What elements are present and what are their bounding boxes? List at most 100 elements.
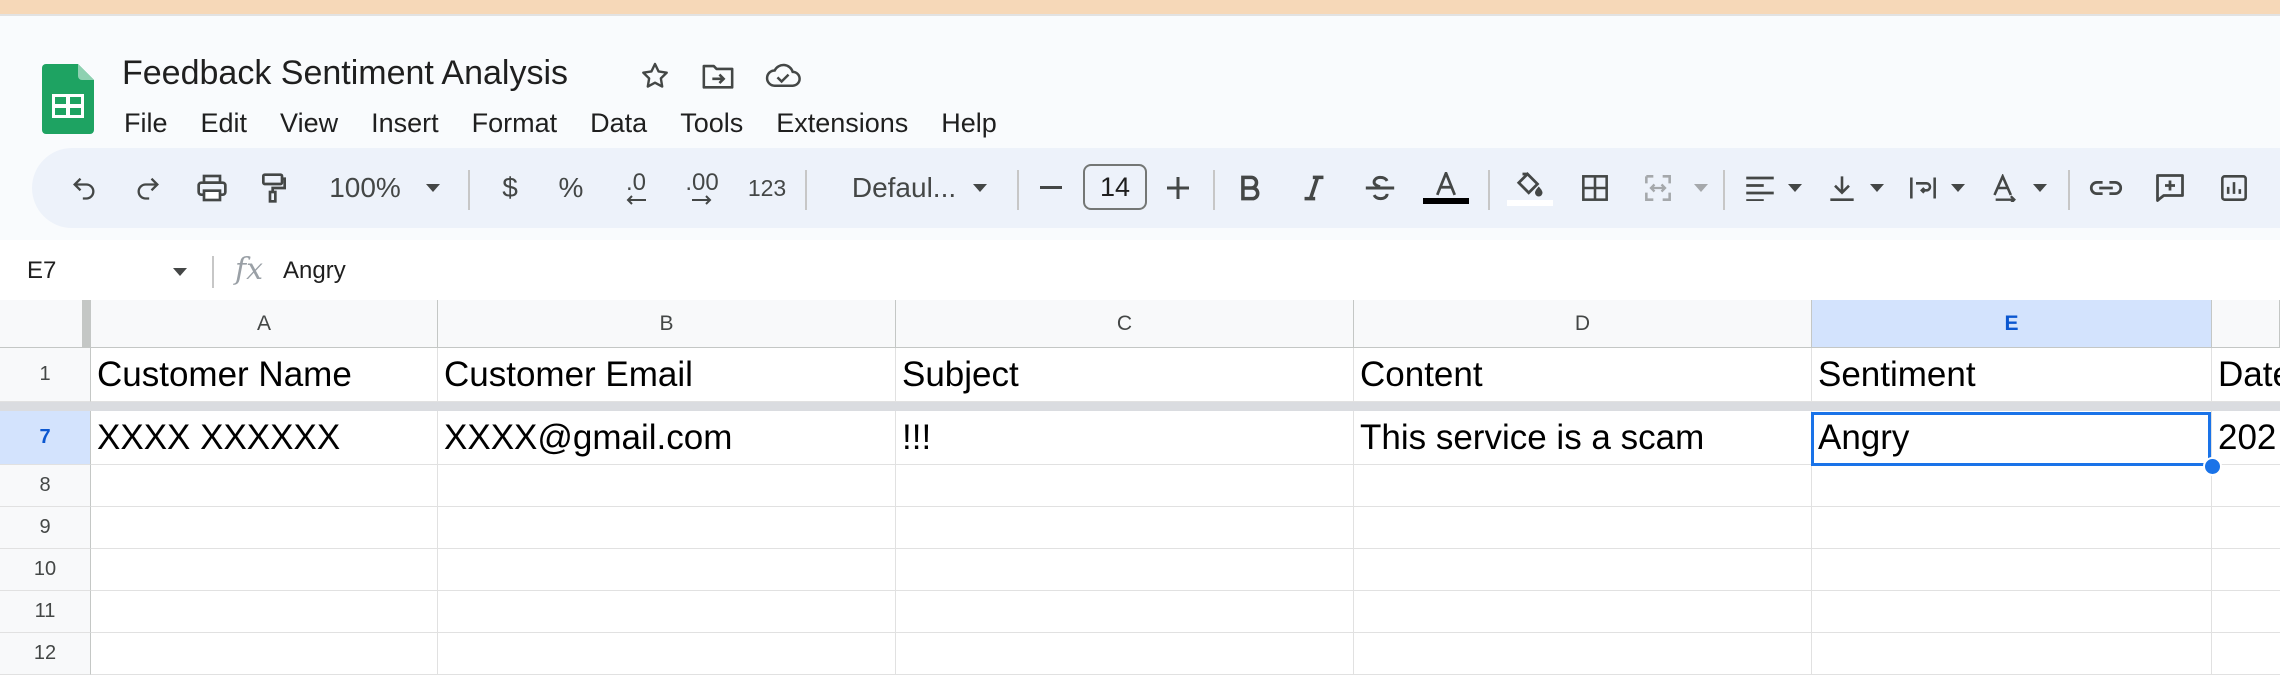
row-header-12[interactable]: 12 [0, 633, 91, 675]
cell-d7[interactable]: This service is a scam [1354, 411, 1812, 465]
star-icon[interactable] [637, 58, 673, 94]
redo-icon[interactable] [130, 148, 166, 228]
font-family-select[interactable]: Defaul... [838, 148, 970, 228]
menu-view[interactable]: View [280, 108, 338, 139]
cell-c1[interactable]: Subject [896, 348, 1354, 402]
menu-insert[interactable]: Insert [371, 108, 439, 139]
move-to-folder-icon[interactable] [700, 58, 736, 94]
strikethrough-icon[interactable] [1362, 148, 1398, 228]
cell-d12[interactable] [1354, 633, 1812, 675]
column-header-f[interactable] [2212, 300, 2280, 348]
cell-f8[interactable] [2212, 465, 2280, 507]
cell-b10[interactable] [438, 549, 896, 591]
insert-link-icon[interactable] [2086, 148, 2126, 228]
increase-font-size-icon[interactable] [1163, 148, 1193, 228]
cell-a12[interactable] [91, 633, 438, 675]
menu-file[interactable]: File [124, 108, 168, 139]
formula-input[interactable]: Angry [283, 257, 346, 285]
google-sheets-logo[interactable] [42, 64, 94, 134]
cell-f1[interactable]: Date [2212, 348, 2280, 402]
cell-c9[interactable] [896, 507, 1354, 549]
undo-icon[interactable] [66, 148, 102, 228]
row-header-8[interactable]: 8 [0, 465, 91, 507]
cell-c10[interactable] [896, 549, 1354, 591]
fill-color-button[interactable] [1506, 148, 1554, 228]
cell-c12[interactable] [896, 633, 1354, 675]
borders-icon[interactable] [1577, 148, 1613, 228]
name-box[interactable]: E7 [27, 257, 56, 285]
column-header-c[interactable]: C [896, 300, 1354, 348]
cell-f9[interactable] [2212, 507, 2280, 549]
cell-e8[interactable] [1812, 465, 2212, 507]
cell-c8[interactable] [896, 465, 1354, 507]
freeze-handle[interactable] [82, 300, 91, 348]
cell-f7[interactable]: 202 [2212, 411, 2280, 465]
cell-e7[interactable]: Angry [1812, 411, 2212, 465]
cell-d9[interactable] [1354, 507, 1812, 549]
row-header-10[interactable]: 10 [0, 549, 91, 591]
cell-f10[interactable] [2212, 549, 2280, 591]
menu-edit[interactable]: Edit [201, 108, 248, 139]
decrease-decimal-button[interactable]: .0 [615, 148, 657, 228]
select-all-corner[interactable] [0, 300, 91, 348]
insert-comment-icon[interactable] [2150, 148, 2190, 228]
print-icon[interactable] [193, 148, 231, 228]
cell-b11[interactable] [438, 591, 896, 633]
text-wrapping-dropdown-icon[interactable] [1945, 148, 1971, 228]
cell-c7[interactable]: !!! [896, 411, 1354, 465]
horizontal-align-dropdown-icon[interactable] [1782, 148, 1808, 228]
text-rotation-icon[interactable] [1987, 148, 2023, 228]
cell-d10[interactable] [1354, 549, 1812, 591]
currency-format-button[interactable]: $ [495, 148, 525, 228]
cell-e10[interactable] [1812, 549, 2212, 591]
cell-e11[interactable] [1812, 591, 2212, 633]
cell-b8[interactable] [438, 465, 896, 507]
cell-b7[interactable]: XXXX@gmail.com [438, 411, 896, 465]
more-formats-button[interactable]: 123 [745, 148, 789, 228]
merge-dropdown-icon[interactable] [1688, 148, 1714, 228]
cell-b12[interactable] [438, 633, 896, 675]
cell-a11[interactable] [91, 591, 438, 633]
zoom-dropdown-icon[interactable] [420, 148, 446, 228]
row-header-9[interactable]: 9 [0, 507, 91, 549]
vertical-align-dropdown-icon[interactable] [1864, 148, 1890, 228]
menu-extensions[interactable]: Extensions [776, 108, 908, 139]
text-rotation-dropdown-icon[interactable] [2027, 148, 2053, 228]
percent-format-button[interactable]: % [556, 148, 586, 228]
zoom-select[interactable]: 100% [325, 148, 405, 228]
cell-a1[interactable]: Customer Name [91, 348, 438, 402]
paint-format-icon[interactable] [256, 148, 292, 228]
row-header-7[interactable]: 7 [0, 411, 91, 465]
document-title[interactable]: Feedback Sentiment Analysis [122, 54, 568, 93]
cell-c11[interactable] [896, 591, 1354, 633]
horizontal-align-icon[interactable] [1742, 148, 1778, 228]
font-family-dropdown-icon[interactable] [967, 148, 993, 228]
frozen-row-divider[interactable] [0, 402, 2280, 411]
menu-help[interactable]: Help [941, 108, 997, 139]
cell-b9[interactable] [438, 507, 896, 549]
text-wrapping-icon[interactable] [1905, 148, 1941, 228]
cell-d1[interactable]: Content [1354, 348, 1812, 402]
decrease-font-size-icon[interactable] [1036, 148, 1066, 228]
merge-cells-icon[interactable] [1640, 148, 1676, 228]
row-header-11[interactable]: 11 [0, 591, 91, 633]
menu-format[interactable]: Format [472, 108, 558, 139]
cloud-saved-icon[interactable] [765, 58, 801, 94]
cell-a10[interactable] [91, 549, 438, 591]
column-header-d[interactable]: D [1354, 300, 1812, 348]
cell-a8[interactable] [91, 465, 438, 507]
name-box-dropdown-icon[interactable] [168, 244, 192, 300]
text-color-button[interactable] [1422, 148, 1470, 228]
cell-f12[interactable] [2212, 633, 2280, 675]
column-header-b[interactable]: B [438, 300, 896, 348]
cell-e12[interactable] [1812, 633, 2212, 675]
cell-d8[interactable] [1354, 465, 1812, 507]
insert-chart-icon[interactable] [2214, 148, 2254, 228]
column-header-e[interactable]: E [1812, 300, 2212, 348]
column-header-a[interactable]: A [91, 300, 438, 348]
font-size-input[interactable]: 14 [1083, 164, 1147, 210]
cell-d11[interactable] [1354, 591, 1812, 633]
fill-handle[interactable] [2203, 457, 2222, 476]
menu-data[interactable]: Data [590, 108, 647, 139]
cell-e9[interactable] [1812, 507, 2212, 549]
